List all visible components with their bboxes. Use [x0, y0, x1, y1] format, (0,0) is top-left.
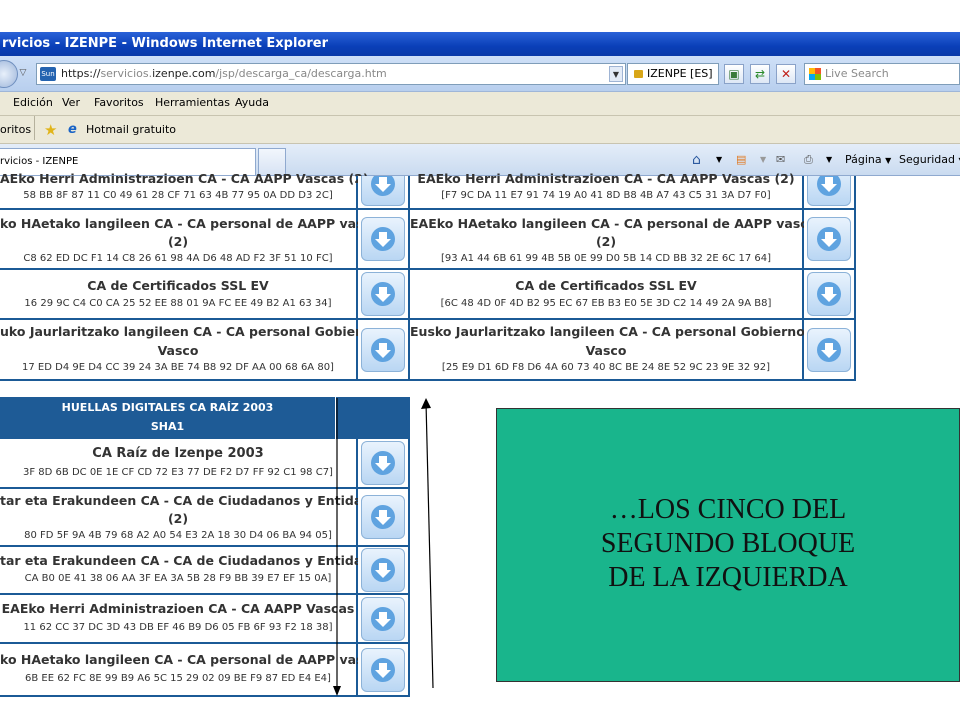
arrow-down [333, 398, 341, 696]
callout-text: …LOS CINCO DEL SEGUNDO BLOQUE DE LA IZQU… [497, 493, 959, 595]
callout-line: SEGUNDO BLOQUE [600, 528, 856, 559]
arrow-up [421, 398, 434, 689]
callout-box: …LOS CINCO DEL SEGUNDO BLOQUE DE LA IZQU… [496, 408, 960, 682]
callout-line: …LOS CINCO DEL [609, 494, 847, 525]
callout-line: DE LA IZQUIERDA [608, 562, 848, 593]
